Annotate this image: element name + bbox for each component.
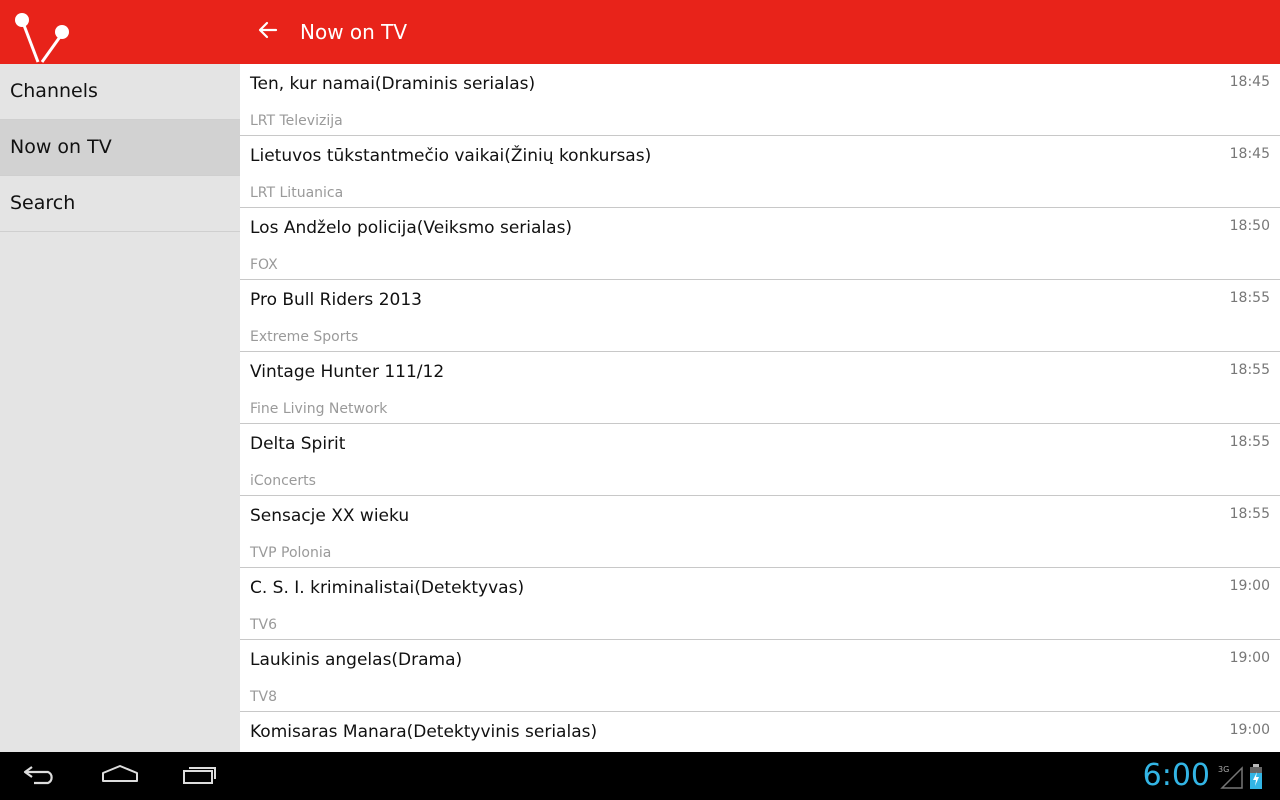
back-button[interactable]	[250, 14, 286, 50]
program-title: Lietuvos tūkstantmečio vaikai(Žinių konk…	[250, 146, 652, 166]
sidebar: Channels Now on TV Search	[0, 64, 240, 752]
program-time: 18:55	[1229, 362, 1270, 378]
sidebar-item-label: Channels	[10, 80, 98, 102]
program-time: 18:55	[1229, 290, 1270, 306]
program-channel: TVP Polonia	[250, 545, 332, 561]
program-channel: Fine Living Network	[250, 401, 388, 417]
list-item[interactable]: Delta Spirit iConcerts 18:55	[240, 424, 1280, 496]
program-time: 18:55	[1229, 434, 1270, 450]
program-time: 19:00	[1229, 578, 1270, 594]
list-item[interactable]: C. S. I. kriminalistai(Detektyvas) TV6 1…	[240, 568, 1280, 640]
program-title: Sensacje XX wieku	[250, 506, 410, 526]
recent-apps-icon	[181, 763, 219, 789]
page-title: Now on TV	[300, 20, 408, 44]
list-item[interactable]: Sensacje XX wieku TVP Polonia 18:55	[240, 496, 1280, 568]
nav-back-button[interactable]	[10, 760, 70, 792]
sidebar-item-label: Search	[10, 192, 76, 214]
sidebar-item-search[interactable]: Search	[0, 176, 240, 232]
program-channel: FOX	[250, 257, 278, 273]
program-time: 18:55	[1229, 506, 1270, 522]
tv-antenna-logo-icon	[0, 0, 80, 64]
back-icon	[22, 763, 58, 789]
program-channel: TV6	[250, 617, 278, 633]
sidebar-item-now-on-tv[interactable]: Now on TV	[0, 120, 240, 176]
program-title: Ten, kur namai(Draminis serialas)	[250, 74, 536, 94]
list-item[interactable]: Laukinis angelas(Drama) TV8 19:00	[240, 640, 1280, 712]
program-channel: TV8	[250, 689, 278, 705]
list-item[interactable]: Vintage Hunter 111/12 Fine Living Networ…	[240, 352, 1280, 424]
program-title: Laukinis angelas(Drama)	[250, 650, 463, 670]
program-list[interactable]: Ten, kur namai(Draminis serialas) LRT Te…	[240, 64, 1280, 752]
signal-icon: 3G	[1218, 764, 1244, 790]
program-title: Vintage Hunter 111/12	[250, 362, 445, 382]
list-item[interactable]: Lietuvos tūkstantmečio vaikai(Žinių konk…	[240, 136, 1280, 208]
list-item[interactable]: Pro Bull Riders 2013 Extreme Sports 18:5…	[240, 280, 1280, 352]
list-item[interactable]: Komisaras Manara(Detektyvinis serialas) …	[240, 712, 1280, 752]
program-title: Komisaras Manara(Detektyvinis serialas)	[250, 722, 598, 742]
app-bar: Now on TV	[0, 0, 1280, 64]
program-title: C. S. I. kriminalistai(Detektyvas)	[250, 578, 525, 598]
list-item[interactable]: Los Andželo policija(Veiksmo serialas) F…	[240, 208, 1280, 280]
nav-home-button[interactable]	[90, 760, 150, 792]
network-type-label: 3G	[1218, 765, 1229, 774]
arrow-back-icon	[258, 20, 278, 44]
nav-recent-apps-button[interactable]	[170, 760, 230, 792]
program-title: Delta Spirit	[250, 434, 346, 454]
home-icon	[100, 763, 140, 789]
program-time: 19:00	[1229, 722, 1270, 738]
battery-charging-icon	[1249, 764, 1263, 790]
program-time: 19:00	[1229, 650, 1270, 666]
program-channel: LRT Televizija	[250, 113, 343, 129]
program-time: 18:45	[1229, 146, 1270, 162]
program-time: 18:50	[1229, 218, 1270, 234]
program-title: Pro Bull Riders 2013	[250, 290, 422, 310]
system-nav-bar: 6:00 3G	[0, 752, 1280, 800]
program-title: Los Andželo policija(Veiksmo serialas)	[250, 218, 573, 238]
program-time: 18:45	[1229, 74, 1270, 90]
sidebar-item-label: Now on TV	[10, 136, 112, 158]
program-channel: LRT Lituanica	[250, 185, 344, 201]
list-item[interactable]: Ten, kur namai(Draminis serialas) LRT Te…	[240, 64, 1280, 136]
program-channel: iConcerts	[250, 473, 316, 489]
status-clock: 6:00	[1142, 758, 1210, 793]
sidebar-item-channels[interactable]: Channels	[0, 64, 240, 120]
program-channel: Extreme Sports	[250, 329, 359, 345]
